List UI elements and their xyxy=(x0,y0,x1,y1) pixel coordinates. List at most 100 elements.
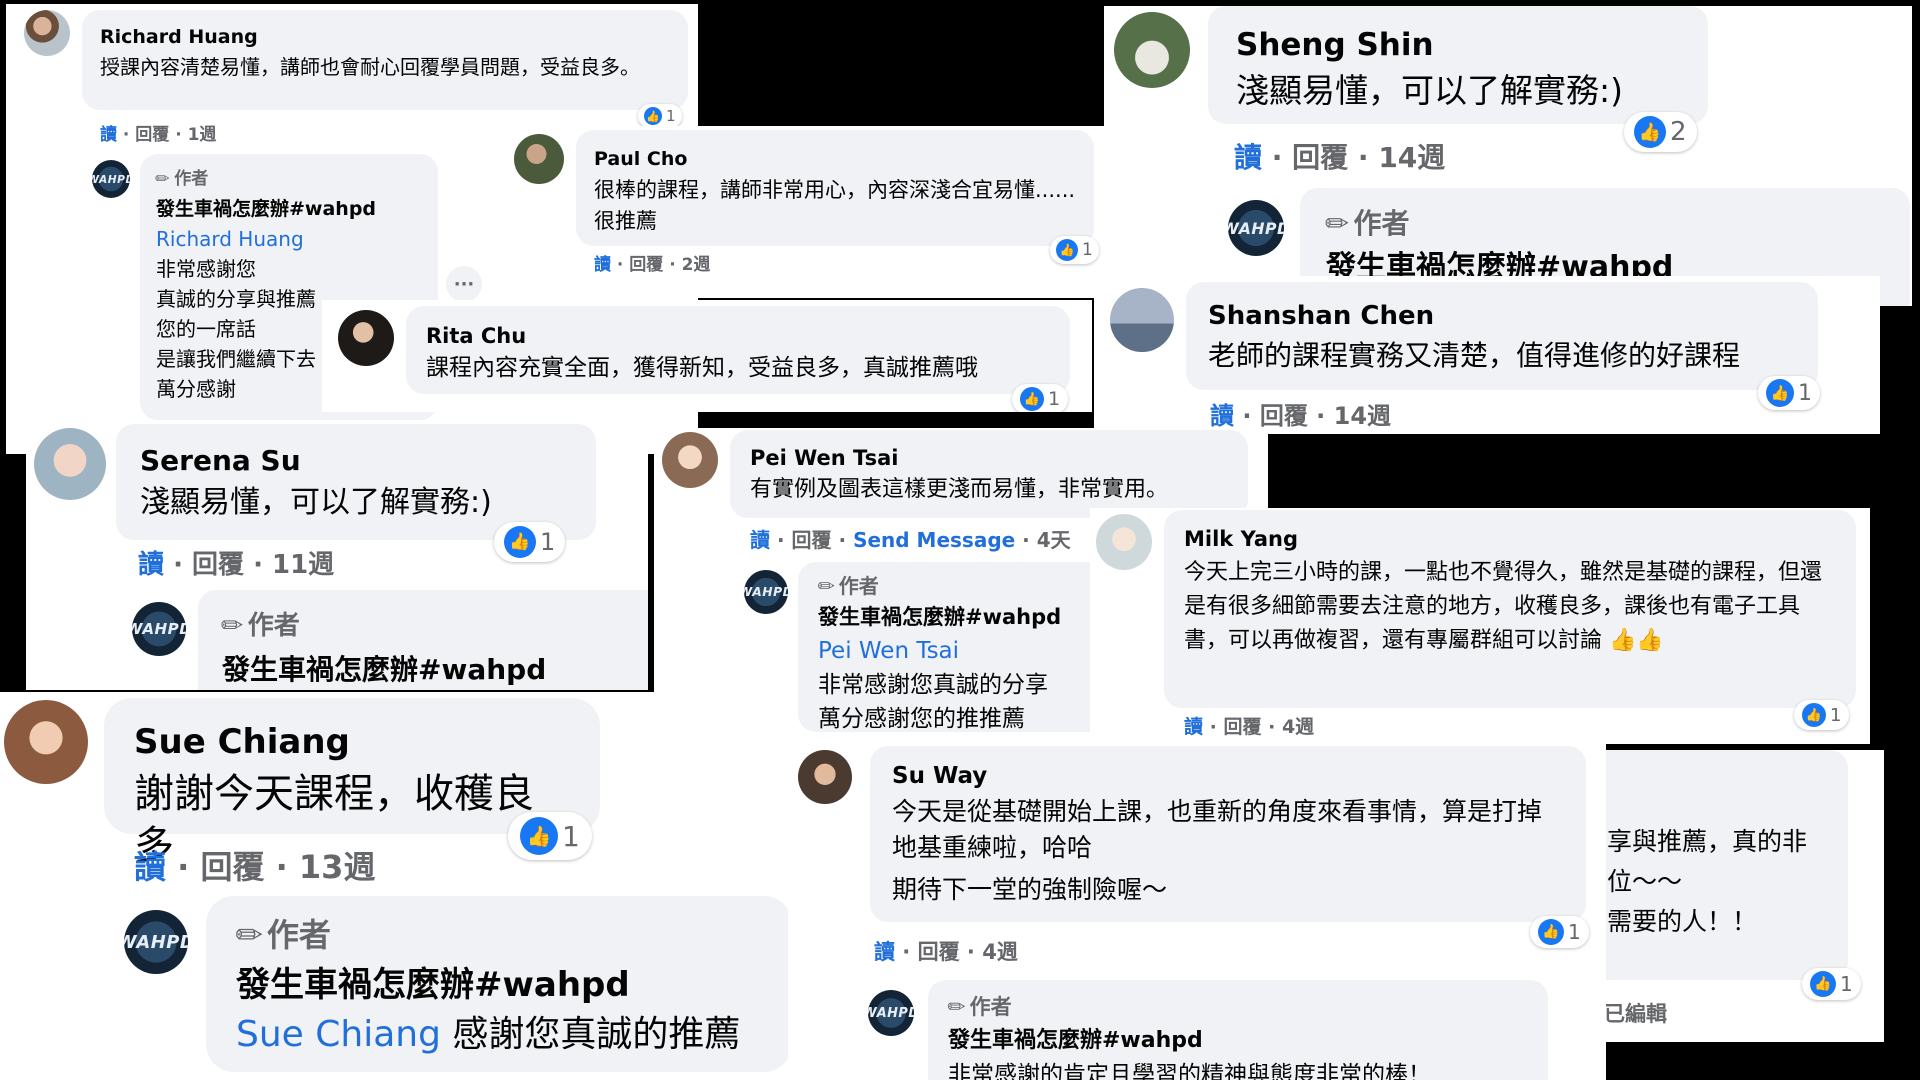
comment-actions: 讀 · 回覆 · 2週 xyxy=(594,255,711,275)
reaction-count[interactable]: 👍 1 xyxy=(494,522,566,562)
commenter-name[interactable]: Milk Yang xyxy=(1184,522,1836,556)
page-name[interactable]: 發生車禍怎麼辦#wahpd xyxy=(236,960,762,1010)
comment-bubble: Shanshan Chen 老師的課程實務又清楚，值得進修的好課程 xyxy=(1186,282,1818,390)
edited-label: 已編輯 xyxy=(1604,1002,1667,1026)
timestamp[interactable]: 2週 xyxy=(682,255,711,275)
more-options-button[interactable]: ··· xyxy=(446,266,482,302)
page-avatar[interactable]: WAHPD xyxy=(868,990,914,1036)
avatar[interactable] xyxy=(4,700,88,784)
reply-link[interactable]: 回覆 xyxy=(629,255,663,275)
page-name[interactable]: 發生車禍怎麼辦#wahpd xyxy=(222,648,624,690)
read-link[interactable]: 讀 xyxy=(594,255,611,275)
reaction-count[interactable]: 👍 1 xyxy=(508,812,592,860)
comment-bubble: Su Way 今天是從基礎開始上課，也重新的角度來看事情，算是打掉地基重練啦，哈… xyxy=(870,746,1586,922)
comment-text: 分享與推薦，真的非 xyxy=(1584,827,1808,856)
reply-link[interactable]: 回覆 xyxy=(1223,716,1261,738)
like-icon: 👍 xyxy=(1810,971,1836,997)
reply-bubble: ✎作者 發生車禍怎麼辦#wahpd Sue Chiang 感謝您真誠的推薦 xyxy=(206,896,792,1072)
reply-link[interactable]: 回覆 xyxy=(192,550,244,580)
reply-link[interactable]: 回覆 xyxy=(135,125,169,145)
page-avatar[interactable]: WAHPD xyxy=(744,570,788,614)
commenter-name[interactable]: Pei Wen Tsai xyxy=(750,442,1228,474)
like-icon: 👍 xyxy=(504,526,536,558)
timestamp[interactable]: 4天 xyxy=(1037,528,1071,552)
comment-text: 很棒的課程，講師非常用心，內容深淺合宜易懂......很推薦 xyxy=(594,178,1076,233)
timestamp[interactable]: 4週 xyxy=(982,940,1018,964)
comment-card-shanshan: Shanshan Chen 老師的課程實務又清楚，值得進修的好課程 👍 1 讀 ·… xyxy=(1094,276,1880,434)
page-name[interactable]: 發生車禍怎麼辦#wahpd xyxy=(156,194,422,224)
reply-link[interactable]: 回覆 xyxy=(792,528,832,552)
read-link[interactable]: 讀 xyxy=(750,528,770,552)
timestamp[interactable]: 13週 xyxy=(299,848,376,886)
comment-bubble: Milk Yang 今天上完三小時的課，一點也不覺得久，雖然是基礎的課程，但還是… xyxy=(1164,510,1856,708)
reaction-count[interactable]: 👍 1 xyxy=(1758,376,1820,410)
avatar[interactable] xyxy=(662,432,718,488)
comment-text: 有實例及圖表這樣更淺而易懂，非常實用。 xyxy=(750,477,1169,502)
avatar[interactable] xyxy=(1110,288,1174,352)
mentioned-user[interactable]: Sue Chiang xyxy=(236,1014,441,1055)
commenter-name[interactable]: Richard Huang xyxy=(100,22,670,52)
author-badge: ✎作者 xyxy=(1317,202,1884,246)
read-link[interactable]: 讀 xyxy=(138,550,164,580)
read-link[interactable]: 讀 xyxy=(874,940,895,964)
read-link[interactable]: 讀 xyxy=(1234,141,1262,174)
avatar[interactable] xyxy=(34,428,106,500)
read-link[interactable]: 讀 xyxy=(100,125,117,145)
comment-card-milk: Milk Yang 今天上完三小時的課，一點也不覺得久，雖然是基礎的課程，但還是… xyxy=(1090,508,1870,744)
read-link[interactable]: 讀 xyxy=(1184,716,1203,738)
like-icon: 👍 xyxy=(1020,387,1044,411)
comment-actions: 讀 · 回覆 · 14週 xyxy=(1210,402,1392,430)
mentioned-user[interactable]: Richard Huang xyxy=(156,224,422,254)
page-avatar[interactable]: WAHPD xyxy=(124,910,188,974)
avatar[interactable] xyxy=(514,134,564,184)
send-message-link[interactable]: Send Message xyxy=(853,528,1015,552)
reply-bubble: ✎作者 發生車禍怎麼辦#wahpd 非常感謝的肯定且學習的精神與態度非常的棒！ xyxy=(928,980,1548,1080)
timestamp[interactable]: 14週 xyxy=(1334,402,1391,430)
commenter-name[interactable]: Sheng Shin xyxy=(1236,22,1680,68)
comment-card-suway: Su Way 今天是從基礎開始上課，也重新的角度來看事情，算是打掉地基重練啦，哈… xyxy=(788,744,1606,1080)
commenter-name[interactable]: Serena Su xyxy=(140,440,572,482)
read-link[interactable]: 讀 xyxy=(134,848,166,886)
timestamp[interactable]: 4週 xyxy=(1282,716,1314,738)
like-icon: 👍 xyxy=(1538,919,1564,945)
commenter-name[interactable]: Sue Chiang xyxy=(134,716,570,768)
timestamp[interactable]: 14週 xyxy=(1378,141,1445,174)
avatar[interactable] xyxy=(798,750,852,804)
pen-icon: ✎ xyxy=(214,607,252,645)
reply-link[interactable]: 回覆 xyxy=(1292,141,1348,174)
reaction-count[interactable]: 👍 1 xyxy=(638,104,682,128)
comment-bubble: Pei Wen Tsai 有實例及圖表這樣更淺而易懂，非常實用。 xyxy=(730,430,1248,518)
read-link[interactable]: 讀 xyxy=(1210,402,1234,430)
page-avatar[interactable]: WAHPD xyxy=(132,602,186,656)
comment-actions: 讀 · 回覆 · 4週 xyxy=(874,940,1018,964)
commenter-name[interactable]: Paul Cho xyxy=(594,144,1076,175)
page-name[interactable]: 發生車禍怎麼辦#wahpd xyxy=(948,1024,1528,1058)
reply-link[interactable]: 回覆 xyxy=(200,848,264,886)
reaction-count[interactable]: 👍 1 xyxy=(1530,916,1589,948)
like-icon: 👍 xyxy=(520,817,558,855)
reaction-count[interactable]: 👍 1 xyxy=(1794,700,1850,730)
timestamp[interactable]: 11週 xyxy=(272,550,334,580)
page-avatar[interactable]: WAHPD xyxy=(1228,200,1284,256)
comment-text: 老師的課程實務又清楚，值得進修的好課程 xyxy=(1208,339,1741,372)
avatar[interactable] xyxy=(1114,12,1190,88)
page-avatar[interactable]: WAHPD xyxy=(92,160,130,198)
reaction-count[interactable]: 👍 2 xyxy=(1624,112,1697,152)
avatar[interactable] xyxy=(1096,514,1152,570)
commenter-name[interactable]: Su Way xyxy=(892,758,1564,794)
reply-link[interactable]: 回覆 xyxy=(1260,402,1308,430)
comment-card-paul: Paul Cho 很棒的課程，講師非常用心，內容深淺合宜易懂......很推薦 … xyxy=(504,126,1104,298)
avatar[interactable] xyxy=(338,310,394,366)
reaction-count[interactable]: 👍 1 xyxy=(1802,968,1861,1000)
like-icon: 👍 xyxy=(1634,116,1666,148)
like-icon: 👍 xyxy=(644,107,662,125)
reaction-count[interactable]: 👍 1 xyxy=(1012,384,1069,412)
reply-link[interactable]: 回覆 xyxy=(918,940,960,964)
comment-bubble: Richard Huang 授課內容清楚易懂，講師也會耐心回覆學員問題，受益良多… xyxy=(82,10,688,110)
avatar[interactable] xyxy=(24,10,70,56)
commenter-name[interactable]: Rita Chu xyxy=(426,320,1050,352)
author-badge: ✎作者 xyxy=(942,990,1528,1024)
reaction-count[interactable]: 👍 1 xyxy=(1050,236,1099,264)
timestamp[interactable]: 1週 xyxy=(188,125,217,145)
commenter-name[interactable]: Shanshan Chen xyxy=(1208,296,1796,336)
